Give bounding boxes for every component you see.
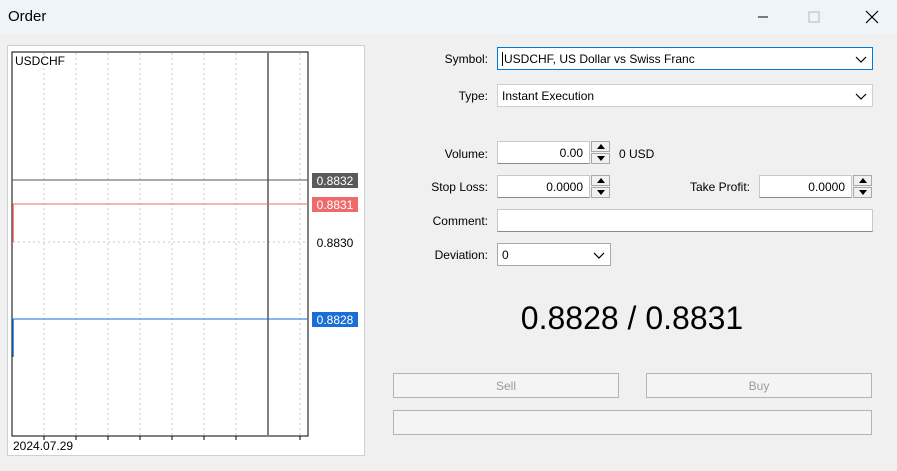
text-cursor: [502, 52, 503, 66]
close-button[interactable]: [849, 0, 895, 34]
comment-input[interactable]: [497, 209, 873, 232]
stop-loss-down-button[interactable]: [591, 187, 610, 198]
take-profit-up-button[interactable]: [853, 175, 872, 186]
volume-down-button[interactable]: [591, 153, 610, 164]
chevron-down-icon: [596, 190, 605, 195]
take-profit-down-button[interactable]: [853, 187, 872, 198]
type-label: Type:: [458, 89, 488, 103]
status-button[interactable]: [393, 410, 872, 435]
x-axis-ticks: [43, 436, 301, 440]
deviation-label: Deviation:: [434, 248, 488, 262]
buy-button[interactable]: Buy: [646, 373, 872, 398]
symbol-value: USDCHF, US Dollar vs Swiss Franc: [504, 52, 695, 66]
stop-loss-label: Stop Loss:: [431, 180, 488, 194]
sell-button[interactable]: Sell: [393, 373, 619, 398]
maximize-button: [791, 0, 837, 34]
take-profit-input[interactable]: 0.0000: [759, 175, 852, 198]
chevron-up-icon: [858, 178, 867, 183]
volume-stepper[interactable]: [591, 141, 610, 164]
minimize-icon: [758, 16, 768, 18]
minimize-button[interactable]: [740, 0, 786, 34]
stop-loss-input[interactable]: 0.0000: [497, 175, 590, 198]
volume-input[interactable]: 0.00: [497, 141, 590, 164]
symbol-label: Symbol:: [444, 52, 488, 66]
volume-up-button[interactable]: [591, 141, 610, 152]
chart-symbol-label: USDCHF: [15, 54, 65, 68]
bid-ask-quote: 0.8828 / 0.8831: [520, 300, 744, 336]
chevron-down-icon: [858, 190, 867, 195]
tick-chart-svg: 0.8832 0.8831 0.8830 0.8828 USDCHF 2024.…: [11, 51, 358, 453]
deviation-value: 0: [502, 248, 509, 262]
take-profit-label: Take Profit:: [689, 180, 750, 194]
chevron-down-icon: [596, 156, 605, 161]
chevron-down-icon: [855, 93, 867, 100]
chevron-up-icon: [596, 178, 605, 183]
window-title: Order: [8, 8, 47, 25]
stop-loss-up-button[interactable]: [591, 175, 610, 186]
level-price-label: 0.8832: [317, 174, 354, 188]
chevron-down-icon: [593, 252, 605, 259]
chart-date-label: 2024.07.29: [13, 439, 73, 453]
deviation-select[interactable]: 0: [497, 243, 611, 266]
maximize-icon: [808, 11, 820, 23]
symbol-select[interactable]: USDCHF, US Dollar vs Swiss Franc: [497, 47, 873, 70]
type-value: Instant Execution: [502, 89, 595, 103]
mid-price-label: 0.8830: [317, 236, 354, 250]
volume-label: Volume:: [444, 147, 488, 161]
take-profit-stepper[interactable]: [853, 175, 872, 198]
volume-value: 0.00: [559, 146, 583, 160]
type-select[interactable]: Instant Execution: [497, 84, 873, 107]
chevron-down-icon: [855, 56, 867, 63]
ask-price-label: 0.8831: [317, 198, 354, 212]
comment-label: Comment:: [432, 214, 488, 228]
plot-frame: [11, 51, 309, 437]
volume-unit: 0 USD: [619, 147, 655, 161]
chevron-up-icon: [596, 144, 605, 149]
stop-loss-value: 0.0000: [546, 180, 583, 194]
title-bar: Order: [0, 0, 897, 34]
take-profit-value: 0.0000: [808, 180, 845, 194]
stop-loss-stepper[interactable]: [591, 175, 610, 198]
tick-chart[interactable]: 0.8832 0.8831 0.8830 0.8828 USDCHF 2024.…: [7, 45, 365, 456]
close-icon: [865, 10, 879, 24]
bid-price-label: 0.8828: [317, 313, 354, 327]
